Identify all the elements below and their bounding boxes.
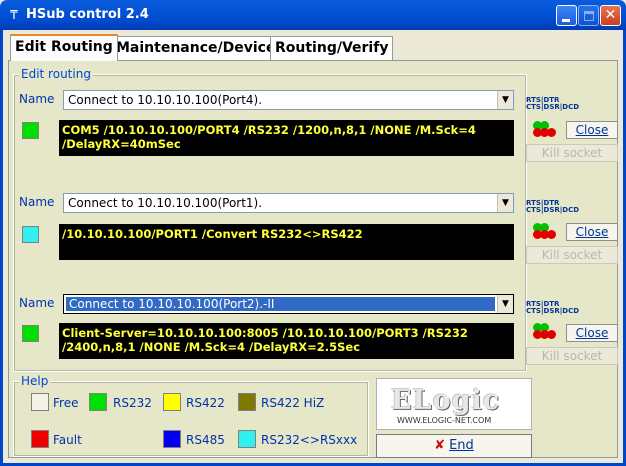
route-2-indicator [22, 226, 39, 243]
end-x-icon: ✘ [434, 438, 446, 453]
legend-rs232-rsxxx-label: RS232<>RSxxx [261, 433, 358, 447]
route-3-kill-socket-button[interactable]: Kill socket [526, 347, 618, 365]
route-2-name-value: Connect to 10.10.10.100(Port1). [68, 196, 263, 210]
route-1-name-label: Name [19, 92, 55, 106]
route-1-kill-socket-button[interactable]: Kill socket [526, 144, 618, 162]
led-red-icon [547, 330, 556, 339]
route-2-kill-socket-button[interactable]: Kill socket [526, 246, 618, 264]
minimize-icon [562, 19, 570, 22]
route-3-info: Client-Server=10.10.10.100:8005 /10.10.1… [59, 323, 514, 359]
legend-rs485-swatch [163, 430, 181, 448]
tab-maintenance-device[interactable]: Maintenance/Device [111, 36, 281, 60]
led-red-icon [547, 128, 556, 137]
tab-routing-verify[interactable]: Routing/Verify [270, 36, 394, 60]
route-1-name-combo[interactable]: Connect to 10.10.10.100(Port4). ▼ [63, 90, 514, 110]
legend-rs422-label: RS422 [186, 396, 225, 410]
route-1-indicator [22, 122, 39, 139]
route-3-close-button[interactable]: Close [566, 324, 618, 342]
route-1-signal-legend: RTS|DTR CTS|DSR|DCD [526, 97, 579, 111]
route-2-name-combo[interactable]: Connect to 10.10.10.100(Port1). ▼ [63, 193, 514, 213]
led-red-icon [547, 230, 556, 239]
route-2-name-label: Name [19, 195, 55, 209]
route-3-name-value: Connect to 10.10.10.100(Port2).-II [66, 297, 495, 311]
chevron-down-icon[interactable]: ▼ [497, 91, 513, 109]
window-title: HSub control 2.4 [26, 7, 149, 22]
route-1-info: COM5 /10.10.10.100/PORT4 /RS232 /1200,n,… [59, 120, 514, 156]
legend-rs232-swatch [89, 393, 107, 411]
route-1-name-value: Connect to 10.10.10.100(Port4). [68, 93, 263, 107]
legend-fault-label: Fault [53, 433, 82, 447]
route-3-signal-legend-line-2: CTS|DSR|DCD [526, 307, 580, 315]
legend-rs422-swatch [163, 393, 181, 411]
maximize-button[interactable] [578, 5, 599, 26]
route-3-indicator [22, 325, 39, 342]
logo-word: ELogic [391, 385, 501, 416]
route-3-signal-leds [532, 323, 556, 339]
route-1-signal-leds [532, 121, 556, 137]
route-1-info-line-2: /DelayRX=40mSec [62, 137, 181, 151]
minimize-button[interactable] [556, 5, 577, 26]
legend-rs422-hiz-label: RS422 HiZ [261, 396, 325, 410]
title-bar[interactable]: ₸ HSub control 2.4 ✕ [0, 0, 626, 30]
route-2-info-line-1: /10.10.10.100/PORT1 /Convert RS232<>RS42… [62, 227, 363, 241]
elogic-logo: ELogic WWW.ELOGIC-NET.COM [376, 378, 532, 430]
legend-rs232-rsxxx-swatch [238, 430, 256, 448]
route-3-info-line-1: Client-Server=10.10.10.100:8005 /10.10.1… [62, 326, 468, 340]
legend-rs485-label: RS485 [186, 433, 225, 447]
legend-rs422-hiz-swatch [238, 393, 256, 411]
logo-url: WWW.ELOGIC-NET.COM [397, 416, 492, 425]
route-3-name-combo[interactable]: Connect to 10.10.10.100(Port2).-II ▼ [63, 294, 514, 314]
route-1-info-line-1: COM5 /10.10.10.100/PORT4 /RS232 /1200,n,… [62, 123, 476, 137]
route-2-close-button[interactable]: Close [566, 223, 618, 241]
tab-edit-routing[interactable]: Edit Routing [10, 34, 118, 61]
edit-routing-group-label: Edit routing [19, 67, 93, 81]
maximize-icon [584, 11, 594, 21]
legend-rs232-label: RS232 [113, 396, 152, 410]
route-2-signal-leds [532, 223, 556, 239]
route-1-signal-legend-line-2: CTS|DSR|DCD [526, 103, 580, 111]
route-3-name-label: Name [19, 296, 55, 310]
legend-fault-swatch [31, 430, 49, 448]
app-icon: ₸ [10, 8, 18, 22]
close-window-button[interactable]: ✕ [600, 5, 621, 26]
end-button[interactable]: ✘ End [376, 434, 532, 458]
chevron-down-icon[interactable]: ▼ [497, 194, 513, 212]
end-button-label: End [449, 438, 474, 453]
route-3-signal-legend: RTS|DTR CTS|DSR|DCD [526, 301, 579, 315]
route-2-signal-legend-line-2: CTS|DSR|DCD [526, 206, 580, 214]
chevron-down-icon[interactable]: ▼ [497, 295, 513, 313]
route-2-info: /10.10.10.100/PORT1 /Convert RS232<>RS42… [59, 224, 514, 260]
close-icon: ✕ [604, 7, 617, 23]
help-group-label: Help [19, 374, 51, 388]
legend-free-swatch [31, 393, 49, 411]
route-3-info-line-2: /2400,n,8,1 /NONE /M.Sck=4 /DelayRX=2.5S… [62, 340, 361, 354]
route-1-close-button[interactable]: Close [566, 121, 618, 139]
route-2-signal-legend: RTS|DTR CTS|DSR|DCD [526, 200, 579, 214]
legend-free-label: Free [53, 396, 79, 410]
